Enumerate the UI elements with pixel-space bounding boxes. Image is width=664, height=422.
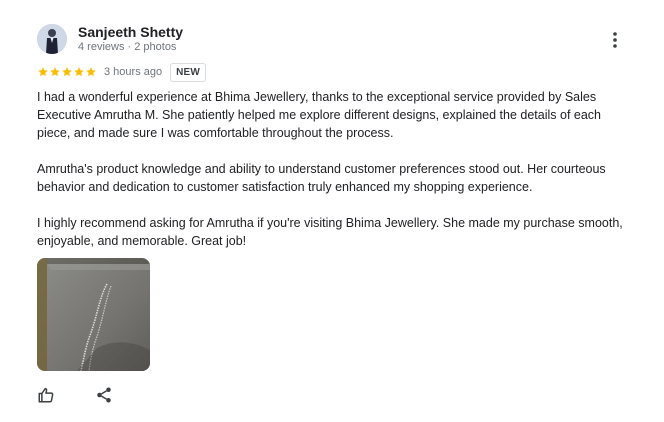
author-name[interactable]: Sanjeeth Shetty	[78, 24, 183, 40]
review-paragraph: I highly recommend asking for Amrutha if…	[37, 216, 623, 248]
review-card: Sanjeeth Shetty 4 reviews · 2 photos 3 h…	[0, 0, 664, 422]
star-icon	[86, 67, 96, 77]
star-icon	[62, 67, 72, 77]
author-meta: 4 reviews · 2 photos	[78, 41, 177, 53]
more-options-button[interactable]	[603, 28, 627, 52]
new-badge: NEW	[170, 62, 207, 82]
star-icon	[74, 67, 84, 77]
person-avatar-icon	[37, 24, 67, 54]
like-button[interactable]	[34, 383, 58, 407]
review-paragraph: I had a wonderful experience at Bhima Je…	[37, 90, 602, 140]
star-icon	[38, 67, 48, 77]
review-photo[interactable]	[37, 258, 150, 371]
review-photo-jewellery-chain	[37, 258, 150, 371]
rating-row: 3 hours ago NEW	[37, 62, 207, 82]
review-text: I had a wonderful experience at Bhima Je…	[37, 88, 632, 250]
share-icon	[97, 387, 111, 403]
review-time: 3 hours ago	[104, 66, 163, 78]
review-paragraph: Amrutha's product knowledge and ability …	[37, 162, 606, 194]
more-vert-icon	[613, 32, 617, 48]
thumbs-up-icon	[38, 387, 54, 403]
avatar[interactable]	[37, 24, 67, 54]
share-button[interactable]	[92, 383, 116, 407]
star-icon	[50, 67, 60, 77]
star-rating	[37, 66, 97, 78]
